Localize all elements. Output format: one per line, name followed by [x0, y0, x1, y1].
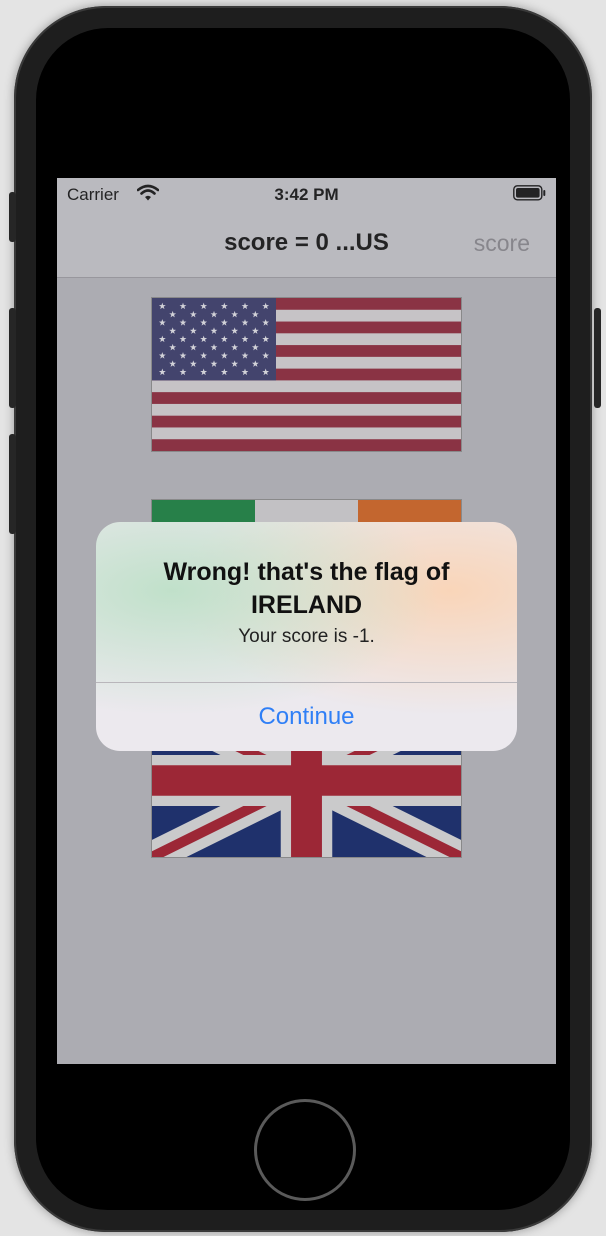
alert-dialog: Wrong! that's the flag of IRELAND Your s… [96, 522, 517, 751]
continue-button[interactable]: Continue [96, 682, 517, 751]
volume-up-button [9, 308, 16, 408]
alert-title: Wrong! that's the flag of IRELAND [163, 558, 450, 619]
volume-down-button [9, 434, 16, 534]
alert-message: Your score is -1. [238, 626, 375, 647]
mute-switch [9, 192, 16, 242]
home-button[interactable] [254, 1099, 356, 1201]
power-button [594, 308, 601, 408]
